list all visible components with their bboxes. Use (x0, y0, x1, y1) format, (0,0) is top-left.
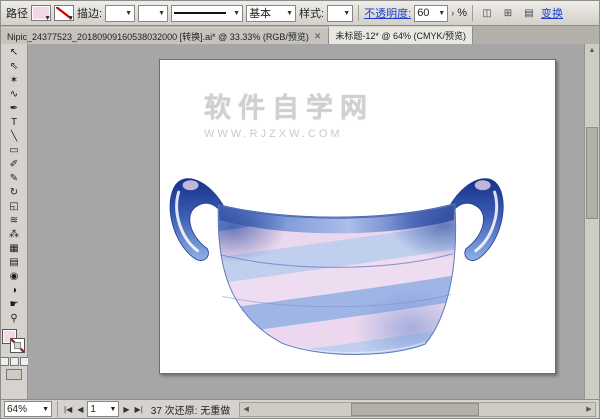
chevron-down-icon: ▼ (233, 10, 240, 17)
vertical-scroll-thumb[interactable] (586, 127, 598, 219)
brush-definition-dropdown[interactable]: 基本 ▼ (246, 5, 296, 22)
opacity-value: 60 (417, 7, 429, 19)
spinner-icon[interactable]: › (451, 8, 454, 18)
hand-tool[interactable]: ☛ (3, 298, 25, 312)
color-button[interactable] (0, 357, 9, 366)
artboard-number-dropdown[interactable]: 1 ▼ (87, 401, 119, 417)
zoom-value: 64% (7, 404, 27, 415)
scroll-up-icon[interactable]: ▲ (589, 44, 596, 57)
illustrator-window: 路径 ▼ ▼ 描边: ▼ ▼ ▼ 基本 ▼ 样式: ▼ 不透明度: 60 ▼ › %… (0, 0, 600, 419)
last-artboard-icon[interactable]: ▶| (134, 405, 144, 414)
zoom-tool[interactable]: ⚲ (3, 312, 25, 326)
gradient-tool[interactable]: ▤ (3, 256, 25, 270)
chevron-down-icon: ▼ (67, 15, 74, 22)
symbol-sprayer-tool[interactable]: ⁂ (3, 228, 25, 242)
style-label: 样式: (299, 5, 324, 21)
opacity-link[interactable]: 不透明度: (364, 5, 411, 21)
rotate-tool[interactable]: ↻ (3, 186, 25, 200)
blend-tool[interactable]: ◑ (3, 284, 25, 298)
opacity-input[interactable]: 60 ▼ (414, 5, 448, 22)
paintbrush-tool[interactable]: ✐ (3, 158, 25, 172)
chevron-down-icon: ▼ (438, 10, 445, 17)
previous-artboard-icon[interactable]: ◀ (76, 405, 84, 414)
stroke-color-box[interactable] (10, 338, 25, 353)
stroke-color-swatch[interactable]: ▼ (54, 5, 74, 21)
vertical-scrollbar[interactable]: ▲ (584, 44, 599, 400)
width-tool[interactable]: ≋ (3, 214, 25, 228)
selection-type-label: 路径 (6, 5, 28, 21)
chevron-down-icon: ▼ (158, 10, 165, 17)
document-tab-untitled[interactable]: 未标题-12* @ 64% (CMYK/预览) (329, 26, 473, 44)
chevron-down-icon: ▼ (109, 406, 116, 413)
lasso-tool[interactable]: ∿ (3, 88, 25, 102)
horizontal-scrollbar[interactable]: ◀ ▶ (239, 402, 596, 417)
stroke-weight-dropdown[interactable]: ▼ (105, 5, 135, 22)
status-bar: 64% ▼ |◀ ◀ 1 ▼ ▶ ▶| 37 次还原: 无重做 ◀ ▶ (1, 399, 599, 418)
first-artboard-icon[interactable]: |◀ (63, 405, 73, 414)
line-segment-tool[interactable]: ╲ (3, 130, 25, 144)
graphic-style-dropdown[interactable]: ▼ (327, 5, 353, 22)
tab-label: 未标题-12* @ 64% (CMYK/预览) (335, 29, 466, 42)
divider (358, 5, 359, 21)
align-panel-icon[interactable]: ⊞ (499, 5, 517, 22)
horizontal-scroll-track[interactable] (252, 403, 583, 416)
variable-width-profile-dropdown[interactable]: ▼ (138, 5, 168, 22)
pencil-tool[interactable]: ✎ (3, 172, 25, 186)
fill-stroke-widget (2, 329, 26, 355)
chevron-down-icon: ▼ (42, 406, 49, 413)
stroke-hole (14, 342, 21, 349)
brush-stroke-preview-dropdown[interactable]: ▼ (171, 5, 243, 22)
pot-body (160, 131, 555, 373)
scroll-left-icon[interactable]: ◀ (240, 405, 252, 413)
next-artboard-icon[interactable]: ▶ (122, 405, 130, 414)
divider (57, 401, 58, 417)
color-mode-row (0, 357, 29, 366)
magic-wand-tool[interactable]: ✶ (3, 74, 25, 88)
selection-tool[interactable]: ↖ (3, 46, 25, 60)
transform-link[interactable]: 变换 (541, 5, 563, 21)
close-icon[interactable]: ✕ (313, 31, 323, 42)
rectangle-tool[interactable]: ▭ (3, 144, 25, 158)
document-setup-icon[interactable]: ◫ (478, 5, 496, 22)
status-text: 37 次还原: 无重做 (151, 402, 230, 417)
mesh-tool[interactable]: ▦ (3, 242, 25, 256)
eyedropper-tool[interactable]: ◉ (3, 270, 25, 284)
divider (472, 5, 473, 21)
options-menu-icon[interactable]: ▤ (520, 5, 538, 22)
document-tab-bar: Nipic_24377523_20180909160538032000 [转换]… (1, 26, 599, 45)
horizontal-scroll-thumb[interactable] (351, 403, 479, 416)
control-bar: 路径 ▼ ▼ 描边: ▼ ▼ ▼ 基本 ▼ 样式: ▼ 不透明度: 60 ▼ › %… (1, 1, 599, 26)
tool-list: ↖⇖✶∿✒T╲▭✐✎↻◱≋⁂▦▤◉◑☛⚲ (3, 46, 25, 326)
artboard[interactable]: 软件自学网 WWW.RJZXW.COM (159, 59, 556, 374)
chevron-down-icon: ▼ (125, 10, 132, 17)
pot-illustration (160, 60, 555, 373)
tool-palette: ↖⇖✶∿✒T╲▭✐✎↻◱≋⁂▦▤◉◑☛⚲ (1, 44, 28, 400)
brush-name-value: 基本 (249, 5, 271, 21)
fill-color-swatch[interactable]: ▼ (31, 5, 51, 21)
workspace: ↖⇖✶∿✒T╲▭✐✎↻◱≋⁂▦▤◉◑☛⚲ (1, 44, 599, 400)
direct-selection-tool[interactable]: ⇖ (3, 60, 25, 74)
pen-tool[interactable]: ✒ (3, 102, 25, 116)
artboard-number-value: 1 (90, 404, 96, 415)
scroll-right-icon[interactable]: ▶ (583, 405, 595, 413)
stroke-line-icon (174, 12, 226, 14)
chevron-down-icon: ▼ (44, 15, 51, 22)
type-tool[interactable]: T (3, 116, 25, 130)
scale-tool[interactable]: ◱ (3, 200, 25, 214)
tab-label: Nipic_24377523_20180909160538032000 [转换]… (7, 30, 309, 43)
document-tab-nipic[interactable]: Nipic_24377523_20180909160538032000 [转换]… (1, 27, 329, 44)
chevron-down-icon: ▼ (343, 10, 350, 17)
zoom-level-dropdown[interactable]: 64% ▼ (4, 401, 52, 417)
gradient-button[interactable] (10, 357, 19, 366)
chevron-down-icon: ▼ (286, 10, 293, 17)
stroke-weight-label: 描边: (77, 5, 102, 21)
canvas-area[interactable]: 软件自学网 WWW.RJZXW.COM ▲ (28, 44, 599, 400)
screen-mode-button[interactable] (6, 369, 22, 380)
opacity-unit-label: % (457, 7, 467, 19)
